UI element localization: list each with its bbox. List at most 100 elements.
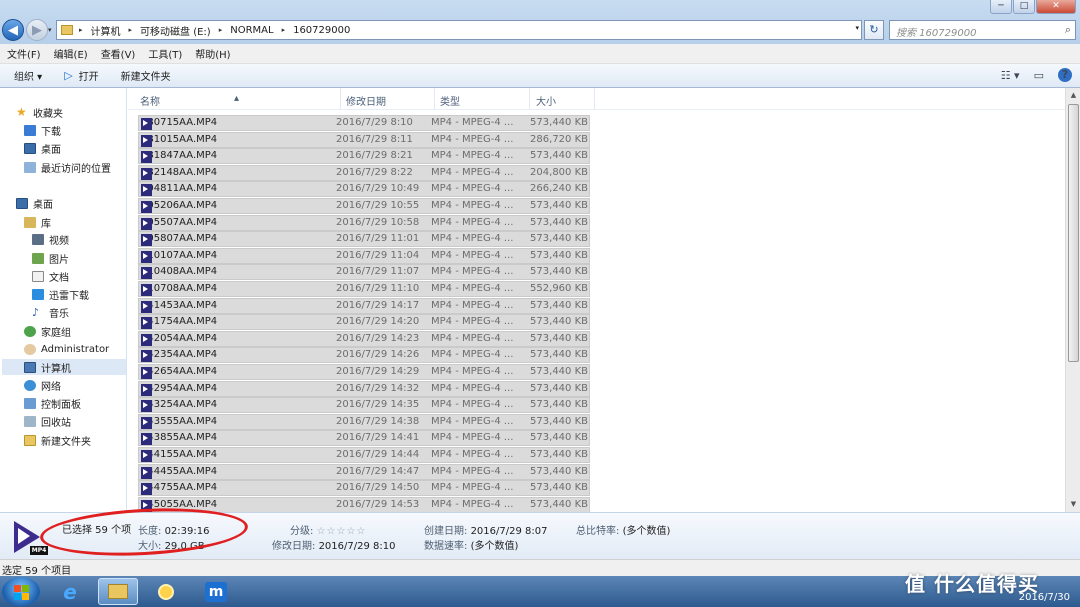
mp4-file-icon xyxy=(141,134,152,147)
search-input[interactable]: 搜索 160729000 ⌕ xyxy=(889,20,1076,40)
organize-button[interactable]: 组织 ▾ xyxy=(14,68,42,83)
maximize-button[interactable]: □ xyxy=(1013,0,1035,14)
start-button[interactable] xyxy=(2,577,40,606)
file-row[interactable]: 142654AA.MP4 2016/7/29 14:29 MP4 - MPEG-4 … xyxy=(138,364,590,380)
file-row[interactable]: 081015AA.MP4 2016/7/29 8:11 MP4 - MPEG-4 .… xyxy=(138,131,590,148)
column-divider[interactable] xyxy=(434,88,435,110)
address-history-dropdown[interactable]: ▾ xyxy=(855,24,859,32)
column-type[interactable]: 类型 xyxy=(440,93,460,108)
sidebar-item[interactable]: 图片 xyxy=(32,250,69,266)
column-divider[interactable] xyxy=(529,88,530,110)
column-size[interactable]: 大小 xyxy=(536,93,556,108)
file-row[interactable]: 143555AA.MP4 2016/7/29 14:38 MP4 - MPEG-4 … xyxy=(138,413,590,430)
scroll-up-arrow[interactable]: ▲ xyxy=(1066,88,1080,103)
view-options-icon[interactable]: ☷ ▾ xyxy=(1001,69,1020,82)
navigation-pane: ★ 收藏夹 下载 桌面 最近访问的位置 桌面库视频 图片 文档 迅雷下载 ♪ 音乐 家庭组 Admini… xyxy=(0,88,127,512)
file-row[interactable]: 110107AA.MP4 2016/7/29 11:04 MP4 - MPEG-4 … xyxy=(138,247,590,264)
sidebar-item[interactable]: 桌面 xyxy=(24,140,61,156)
address-bar[interactable]: ▸ 计算机 ▸ 可移动磁盘 (E:) ▸ NORMAL ▸ 160729000 … xyxy=(56,20,862,40)
file-row[interactable]: 143254AA.MP4 2016/7/29 14:35 MP4 - MPEG-4 … xyxy=(138,397,590,414)
close-button[interactable]: ✕ xyxy=(1036,0,1076,14)
sidebar-item[interactable]: 控制面板 xyxy=(24,395,81,411)
sidebar-item[interactable]: ★ 收藏夹 xyxy=(16,104,63,120)
menu-view[interactable]: 查看(V) xyxy=(101,46,136,61)
sidebar-item[interactable]: Administrator xyxy=(24,341,109,357)
sidebar-item[interactable]: 桌面 xyxy=(16,195,53,211)
created-label: 创建日期: xyxy=(424,526,468,537)
breadcrumb-separator[interactable]: ▸ xyxy=(219,26,223,34)
menu-tools[interactable]: 工具(T) xyxy=(148,46,182,61)
scrollbar-thumb[interactable] xyxy=(1068,104,1079,362)
search-app-icon[interactable] xyxy=(146,578,186,605)
datarate-value: (多个数值) xyxy=(470,541,519,552)
sidebar-item[interactable]: 新建文件夹 xyxy=(24,432,91,448)
file-row[interactable]: 110708AA.MP4 2016/7/29 11:10 MP4 - MPEG-4 … xyxy=(138,281,590,297)
file-row[interactable]: 081847AA.MP4 2016/7/29 8:21 MP4 - MPEG-4 .… xyxy=(138,148,590,165)
file-row[interactable]: 142054AA.MP4 2016/7/29 14:23 MP4 - MPEG-4 … xyxy=(138,330,590,347)
mp4-file-icon xyxy=(141,367,152,379)
scroll-down-arrow[interactable]: ▼ xyxy=(1066,497,1080,512)
file-date-modified: 2016/7/29 11:07 xyxy=(336,266,420,278)
internet-explorer-icon[interactable]: e xyxy=(50,578,90,605)
file-row[interactable]: 105206AA.MP4 2016/7/29 10:55 MP4 - MPEG-4 … xyxy=(138,198,590,214)
file-row[interactable]: 143855AA.MP4 2016/7/29 14:41 MP4 - MPEG-4 … xyxy=(138,430,590,447)
column-divider[interactable] xyxy=(340,88,341,110)
new-folder-button[interactable]: 新建文件夹 xyxy=(121,68,171,83)
file-row[interactable]: 144755AA.MP4 2016/7/29 14:50 MP4 - MPEG-4 … xyxy=(138,480,590,497)
rating-stars[interactable]: ☆☆☆☆☆ xyxy=(317,526,367,537)
sidebar-item[interactable]: ♪ 音乐 xyxy=(32,304,69,320)
sidebar-item[interactable]: 家庭组 xyxy=(24,323,71,339)
refresh-button[interactable]: ↻ xyxy=(864,20,884,40)
breadcrumb-removable-disk[interactable]: 可移动磁盘 (E:) xyxy=(140,23,211,38)
file-row[interactable]: 141754AA.MP4 2016/7/29 14:20 MP4 - MPEG-4 … xyxy=(138,314,590,331)
sidebar-item[interactable]: 回收站 xyxy=(24,413,71,429)
vertical-scrollbar[interactable]: ▲ ▼ xyxy=(1065,88,1080,512)
sidebar-item[interactable]: 迅雷下载 xyxy=(32,286,89,302)
file-name: 143555AA.MP4 xyxy=(141,416,217,429)
maxthon-glyph: m xyxy=(205,581,227,602)
mp4-file-icon xyxy=(141,300,152,313)
help-icon[interactable]: ? xyxy=(1058,68,1072,82)
preview-pane-icon[interactable]: ▭ xyxy=(1034,69,1044,82)
forward-button[interactable]: ▶ xyxy=(26,19,48,41)
back-button[interactable]: ◀ xyxy=(2,19,24,41)
breadcrumb-current-folder[interactable]: 160729000 xyxy=(293,25,350,36)
minimize-button[interactable]: ─ xyxy=(990,0,1012,14)
open-button[interactable]: ▷ 打开 xyxy=(64,68,98,83)
breadcrumb-computer[interactable]: 计算机 xyxy=(91,23,121,38)
pc-icon xyxy=(24,361,36,373)
sidebar-item[interactable]: 文档 xyxy=(32,268,69,284)
sidebar-item[interactable]: 最近访问的位置 xyxy=(24,159,111,175)
menu-file[interactable]: 文件(F) xyxy=(7,46,41,61)
file-row[interactable]: 105807AA.MP4 2016/7/29 11:01 MP4 - MPEG-4 … xyxy=(138,231,590,248)
file-row[interactable]: 082148AA.MP4 2016/7/29 8:22 MP4 - MPEG-4 .… xyxy=(138,164,590,181)
column-date-modified[interactable]: 修改日期 xyxy=(346,93,386,108)
maxthon-icon[interactable]: m xyxy=(196,578,236,605)
explorer-taskbar-button[interactable] xyxy=(98,578,138,605)
menu-edit[interactable]: 编辑(E) xyxy=(54,46,88,61)
file-row[interactable]: 144155AA.MP4 2016/7/29 14:44 MP4 - MPEG-4 … xyxy=(138,447,590,463)
sidebar-item[interactable]: 下载 xyxy=(24,122,61,138)
breadcrumb-separator[interactable]: ▸ xyxy=(79,26,83,34)
breadcrumb-separator[interactable]: ▸ xyxy=(129,26,133,34)
file-row[interactable]: 144455AA.MP4 2016/7/29 14:47 MP4 - MPEG-4 … xyxy=(138,463,590,480)
menu-help[interactable]: 帮助(H) xyxy=(195,46,230,61)
breadcrumb-separator[interactable]: ▸ xyxy=(282,26,286,34)
file-row[interactable]: 080715AA.MP4 2016/7/29 8:10 MP4 - MPEG-4 .… xyxy=(138,115,590,131)
file-row[interactable]: 110408AA.MP4 2016/7/29 11:07 MP4 - MPEG-4 … xyxy=(138,264,590,281)
file-row[interactable]: 142954AA.MP4 2016/7/29 14:32 MP4 - MPEG-4 … xyxy=(138,380,590,397)
file-row[interactable]: 141453AA.MP4 2016/7/29 14:17 MP4 - MPEG-4 … xyxy=(138,297,590,314)
file-row[interactable]: 104811AA.MP4 2016/7/29 10:49 MP4 - MPEG-4 … xyxy=(138,181,590,198)
file-name-text: 144455AA.MP4 xyxy=(141,465,218,477)
sidebar-item[interactable]: 计算机 xyxy=(2,359,126,375)
sidebar-item[interactable]: 网络 xyxy=(24,377,61,393)
sidebar-item[interactable]: 视频 xyxy=(32,231,69,247)
file-row[interactable]: 142354AA.MP4 2016/7/29 14:26 MP4 - MPEG-4 … xyxy=(138,347,590,364)
column-name[interactable]: 名称 xyxy=(140,93,160,108)
taskbar-clock[interactable]: 2016/7/30 xyxy=(1019,592,1070,603)
breadcrumb-normal[interactable]: NORMAL xyxy=(230,25,273,36)
search-icon[interactable]: ⌕ xyxy=(1065,23,1071,37)
file-row[interactable]: 105507AA.MP4 2016/7/29 10:58 MP4 - MPEG-4 … xyxy=(138,214,590,231)
sidebar-item[interactable]: 库 xyxy=(24,214,51,230)
column-divider[interactable] xyxy=(594,88,595,110)
